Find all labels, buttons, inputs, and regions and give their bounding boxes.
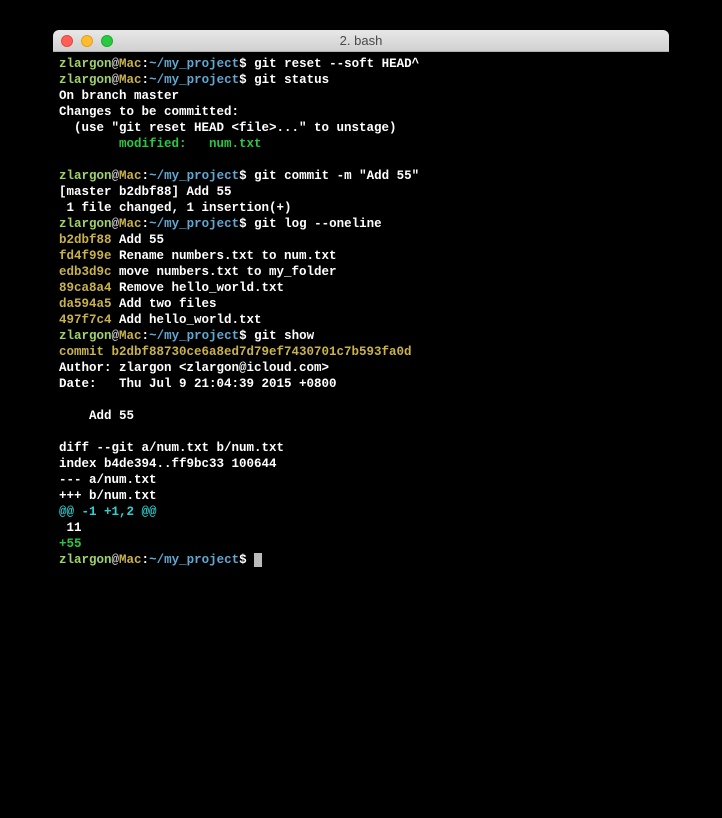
command: git reset --soft HEAD^ — [254, 57, 419, 71]
output-line: Changes to be committed: — [59, 104, 663, 120]
prompt-user: zlargon — [59, 57, 112, 71]
log-line: da594a5 Add two files — [59, 296, 663, 312]
output-line: (use "git reset HEAD <file>..." to unsta… — [59, 120, 663, 136]
prompt-line: zlargon@Mac:~/my_project$ git show — [59, 328, 663, 344]
output-line: On branch master — [59, 88, 663, 104]
output-line: [master b2dbf88] Add 55 — [59, 184, 663, 200]
terminal-content[interactable]: zlargon@Mac:~/my_project$ git reset --so… — [53, 52, 669, 770]
diff-line: --- a/num.txt — [59, 472, 663, 488]
commit-line: commit b2dbf88730ce6a8ed7d79ef7430701c7b… — [59, 344, 663, 360]
prompt-path: ~/my_project — [149, 57, 239, 71]
prompt-line: zlargon@Mac:~/my_project$ git commit -m … — [59, 168, 663, 184]
minimize-button[interactable] — [81, 35, 93, 47]
diff-line: +++ b/num.txt — [59, 488, 663, 504]
log-line: 497f7c4 Add hello_world.txt — [59, 312, 663, 328]
output-line: modified: num.txt — [59, 136, 663, 152]
prompt-line: zlargon@Mac:~/my_project$ — [59, 552, 663, 568]
output-line: Date: Thu Jul 9 21:04:39 2015 +0800 — [59, 376, 663, 392]
prompt-line: zlargon@Mac:~/my_project$ git log --onel… — [59, 216, 663, 232]
cursor — [254, 553, 262, 567]
prompt-dollar: $ — [239, 57, 254, 71]
output-line: Author: zlargon <zlargon@icloud.com> — [59, 360, 663, 376]
command: git commit -m "Add 55" — [254, 169, 419, 183]
prompt-line: zlargon@Mac:~/my_project$ git status — [59, 72, 663, 88]
diff-line: index b4de394..ff9bc33 100644 — [59, 456, 663, 472]
command: git status — [254, 73, 329, 87]
output-line — [59, 392, 663, 408]
output-line: Add 55 — [59, 408, 663, 424]
log-line: fd4f99e Rename numbers.txt to num.txt — [59, 248, 663, 264]
output-line — [59, 152, 663, 168]
titlebar[interactable]: 2. bash — [53, 30, 669, 52]
prompt-colon: : — [142, 57, 150, 71]
terminal-window: 2. bash zlargon@Mac:~/my_project$ git re… — [53, 30, 669, 770]
window-title: 2. bash — [340, 33, 383, 48]
output-line: 1 file changed, 1 insertion(+) — [59, 200, 663, 216]
prompt-line: zlargon@Mac:~/my_project$ git reset --so… — [59, 56, 663, 72]
command: git show — [254, 329, 314, 343]
traffic-lights — [61, 35, 113, 47]
diff-context-line: 11 — [59, 520, 663, 536]
close-button[interactable] — [61, 35, 73, 47]
log-line: edb3d9c move numbers.txt to my_folder — [59, 264, 663, 280]
diff-line: diff --git a/num.txt b/num.txt — [59, 440, 663, 456]
log-line: b2dbf88 Add 55 — [59, 232, 663, 248]
output-line — [59, 424, 663, 440]
log-line: 89ca8a4 Remove hello_world.txt — [59, 280, 663, 296]
prompt-at: @ — [112, 57, 120, 71]
command: git log --oneline — [254, 217, 382, 231]
prompt-host: Mac — [119, 57, 142, 71]
hunk-line: @@ -1 +1,2 @@ — [59, 504, 663, 520]
diff-add-line: +55 — [59, 536, 663, 552]
zoom-button[interactable] — [101, 35, 113, 47]
